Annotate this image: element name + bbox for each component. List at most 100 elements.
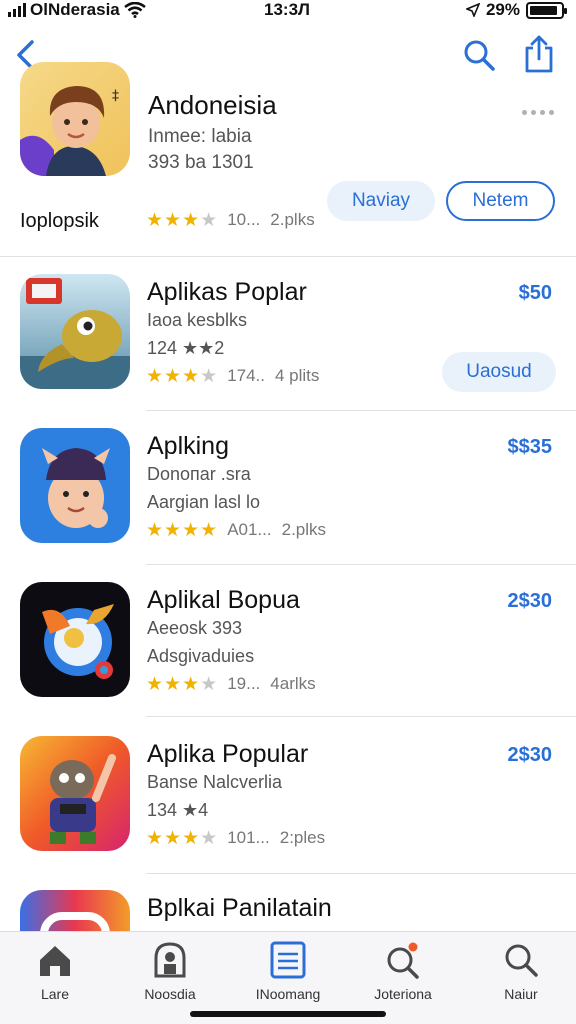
app-name: Aplikas Poplar	[147, 278, 307, 306]
tab-home[interactable]: Lare	[5, 940, 105, 1002]
star-filled-icon: ★	[146, 209, 164, 231]
tab-label: INoomang	[255, 986, 321, 1002]
carrier-label: OlNderasia	[30, 0, 120, 19]
star-filled-icon: ★	[182, 827, 200, 849]
battery-percent: 29%	[485, 0, 520, 19]
app-name: Aplking	[147, 432, 229, 460]
app-rating: ★ ★ ★ ★ A01... 2.plks	[146, 520, 326, 540]
status-left: OlNderasia	[8, 0, 146, 20]
rating-extra: 2:ples	[279, 828, 326, 847]
signal-icon	[8, 3, 26, 17]
star-filled-icon: ★	[146, 365, 164, 387]
list-item[interactable]: Aplikas Poplar Iaoa kesblks 124 ★★2 ★ ★ ★ ★…	[0, 274, 576, 424]
app-meta: 124 ★★2	[147, 338, 225, 358]
app-developer: Iaoa kesblks	[147, 310, 248, 330]
section-divider	[0, 256, 576, 257]
tab-arcade[interactable]: Noosdia	[120, 940, 220, 1002]
star-rating: ★ ★ ★ ★	[146, 211, 217, 230]
rating-count: 101...	[227, 828, 270, 847]
star-rating: ★ ★ ★ ★	[146, 521, 217, 540]
star-filled-icon: ★	[164, 209, 182, 231]
search-icon[interactable]	[462, 38, 496, 72]
star-filled-icon: ★	[182, 673, 200, 695]
search-icon	[505, 944, 538, 977]
more-options-icon[interactable]	[522, 110, 554, 115]
tab-list[interactable]: INoomang	[238, 940, 338, 1002]
star-filled-icon: ★	[164, 365, 182, 387]
rating-extra: 4arlks	[270, 674, 316, 693]
app-meta: Adsgivaduies	[147, 646, 255, 666]
app-developer: Banse Nalcverlia	[147, 772, 283, 792]
hero-app-tag: Ioplopsik	[20, 210, 99, 232]
hero-app-subtitle: Inmee: labia	[148, 126, 252, 147]
star-filled-icon: ★	[146, 827, 164, 849]
row-divider	[146, 564, 576, 565]
tab-updates[interactable]: Joteriona	[353, 940, 453, 1002]
location-arrow-icon	[465, 3, 480, 17]
row-divider	[146, 716, 576, 717]
app-price[interactable]: $$35	[508, 436, 553, 459]
star-empty-icon: ★	[200, 827, 218, 849]
star-filled-icon: ★	[146, 673, 164, 695]
row-divider	[146, 873, 576, 874]
list-item[interactable]: Aplikal Bopua Aeeosk 393 Adsgivaduies ★ ★…	[0, 582, 576, 732]
app-price[interactable]: 2$30	[508, 590, 553, 613]
rating-count: 174..	[227, 366, 265, 385]
wifi-icon	[123, 2, 146, 18]
hero-primary-button[interactable]: Naviay	[327, 181, 435, 221]
star-filled-icon: ★	[164, 519, 182, 541]
app-name: Aplikal Bopua	[147, 586, 300, 614]
clock: 13:3Л	[264, 0, 310, 19]
star-filled-icon: ★	[182, 365, 200, 387]
tab-label: Noosdia	[144, 986, 196, 1002]
status-right: 29%	[465, 0, 567, 20]
app-rating: ★ ★ ★ ★ 101... 2:ples	[146, 828, 325, 848]
rating-count: 19...	[227, 674, 261, 693]
app-meta: Aargian lasl lo	[147, 492, 261, 512]
star-empty-icon: ★	[200, 365, 218, 387]
app-price[interactable]: $50	[519, 282, 552, 305]
star-filled-icon: ★	[164, 827, 182, 849]
share-icon[interactable]	[522, 34, 556, 74]
status-bar: OlNderasia 13:3Л 29%	[0, 0, 576, 24]
hero-app-icon[interactable]: ‡	[20, 62, 130, 176]
app-icon	[20, 274, 130, 389]
rating-extra: 2.plks	[270, 210, 315, 229]
app-meta: 134 ★4	[147, 800, 209, 820]
star-rating: ★ ★ ★ ★	[146, 367, 217, 386]
app-developer: Donoпar .sra	[147, 464, 251, 484]
star-filled-icon: ★	[182, 209, 200, 231]
star-filled-icon: ★	[200, 519, 218, 541]
rating-count: 10...	[227, 210, 261, 229]
hero-rating: ★ ★ ★ ★ 10... 2.plks	[146, 210, 315, 230]
battery-fill	[530, 5, 557, 15]
list-item[interactable]: Aplking Donoпar .sra Aargian lasl lo ★ ★ ★…	[0, 428, 576, 578]
home-indicator[interactable]	[190, 1011, 386, 1017]
hero-secondary-button[interactable]: Netem	[446, 181, 555, 221]
arcade-icon	[154, 942, 186, 978]
row-divider	[146, 410, 576, 411]
rating-extra: 2.plks	[281, 520, 327, 539]
app-rating: ★ ★ ★ ★ 174.. 4 plits	[146, 366, 319, 386]
tab-label: Lare	[40, 986, 70, 1002]
list-item[interactable]: Bplkai Panilatain	[0, 890, 576, 931]
rating-extra: 4 plits	[275, 366, 320, 385]
list-item[interactable]: Aplika Popular Banse Nalcverlia 134 ★4 ★…	[0, 736, 576, 886]
star-rating: ★ ★ ★ ★	[146, 829, 217, 848]
star-filled-icon: ★	[164, 673, 182, 695]
app-icon	[20, 582, 130, 697]
app-developer: Aeeosk 393	[147, 618, 243, 638]
tab-search[interactable]: Naiur	[471, 940, 571, 1002]
list-icon	[270, 941, 306, 979]
star-filled-icon: ★	[146, 519, 164, 541]
get-button[interactable]: Uaosud	[442, 352, 556, 392]
tab-label: Naiur	[504, 986, 538, 1002]
search-badge-icon	[387, 942, 419, 979]
app-icon	[20, 736, 130, 851]
home-icon	[40, 946, 70, 976]
rating-count: A01...	[227, 520, 272, 539]
star-rating: ★ ★ ★ ★	[146, 675, 217, 694]
app-name: Aplika Popular	[147, 740, 309, 768]
app-price[interactable]: 2$30	[508, 744, 553, 767]
battery-icon	[526, 1, 567, 19]
